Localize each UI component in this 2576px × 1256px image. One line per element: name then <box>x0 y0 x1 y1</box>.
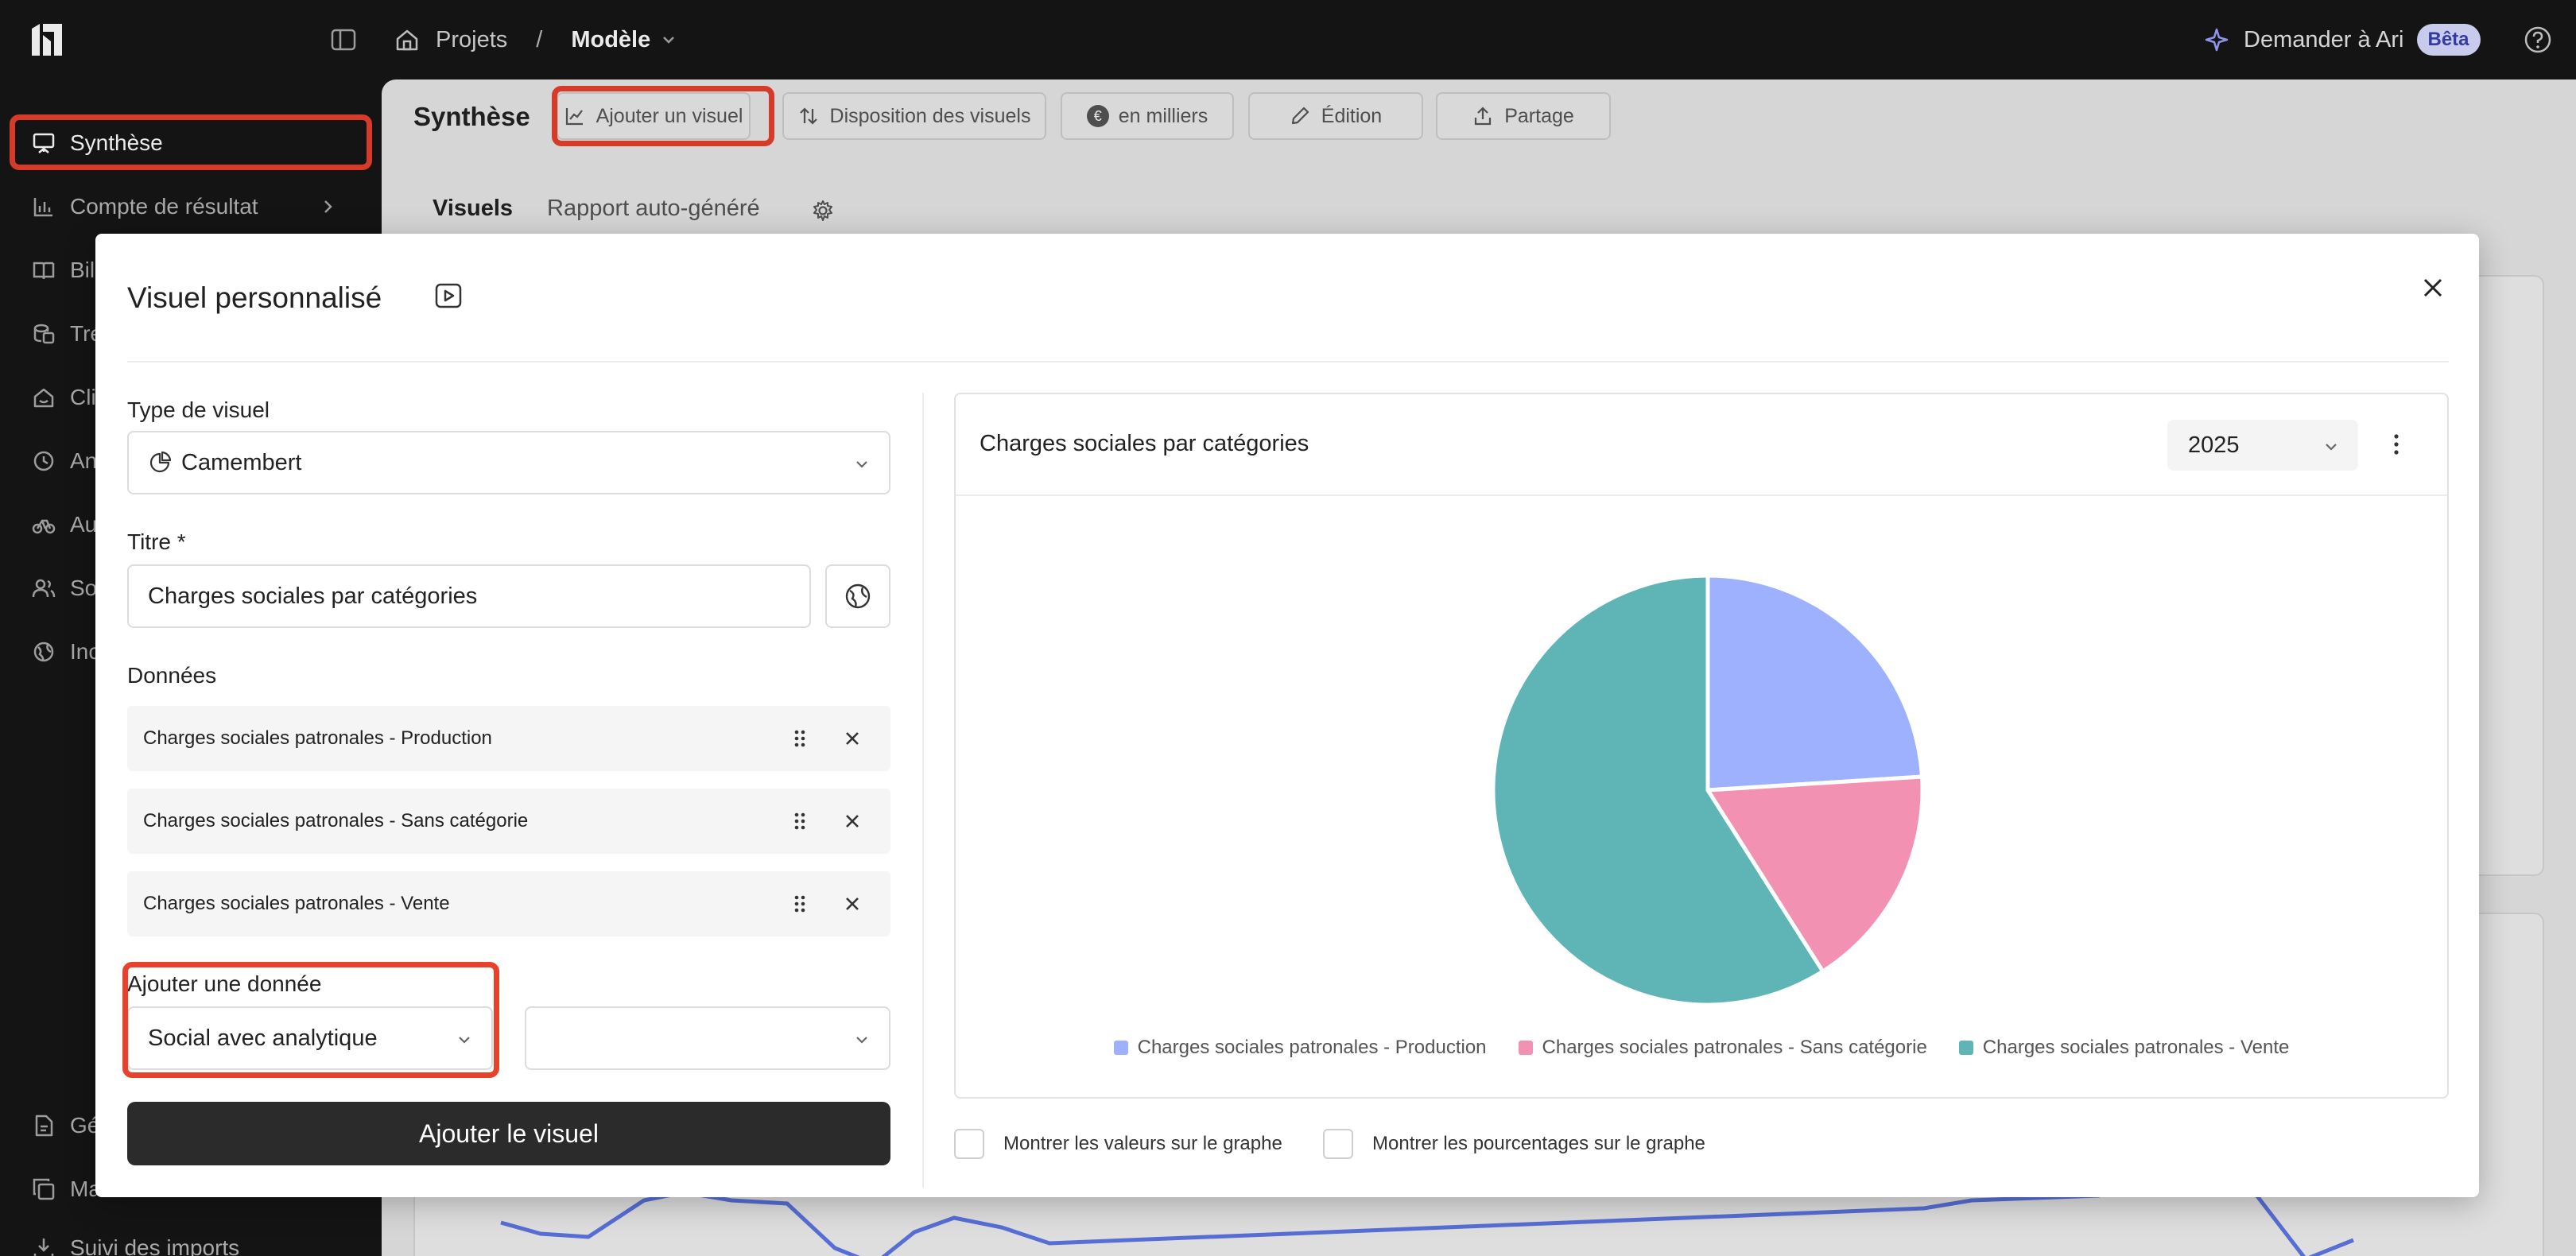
remove-icon[interactable] <box>841 727 863 750</box>
year-select[interactable]: 2025 <box>2167 420 2358 471</box>
pie-chart <box>1491 573 1925 1007</box>
legend-item-vente[interactable]: Charges sociales patronales - Vente <box>1958 1037 2290 1059</box>
legend-swatch <box>1958 1041 1973 1055</box>
close-icon[interactable] <box>2417 272 2449 304</box>
custom-visual-modal: Visuel personnalisé Type de visuel Camem… <box>95 234 2479 1197</box>
visual-type-select[interactable]: Camembert <box>127 431 890 494</box>
modal-title: Visuel personnalisé <box>127 281 382 314</box>
data-row-label: Charges sociales patronales - Vente <box>143 893 450 914</box>
pie-chart-icon <box>149 451 172 473</box>
show-percentages-label: Montrer les pourcentages sur le graphe <box>1372 1133 1705 1154</box>
data-row: Charges sociales patronales - Sans catég… <box>127 789 890 854</box>
data-label: Données <box>127 663 217 688</box>
add-data-item-select[interactable] <box>525 1006 890 1070</box>
remove-icon[interactable] <box>841 893 863 915</box>
video-play-icon[interactable] <box>433 280 464 312</box>
legend-item-production[interactable]: Charges sociales patronales - Production <box>1113 1037 1487 1059</box>
pie-slice-0[interactable] <box>1705 573 1925 793</box>
data-row: Charges sociales patronales - Vente <box>127 871 890 936</box>
title-input[interactable]: Charges sociales par catégories <box>127 564 811 628</box>
preview-header-divider <box>956 494 2447 496</box>
data-row-label: Charges sociales patronales - Sans catég… <box>143 810 529 832</box>
drag-handle-icon[interactable] <box>789 727 811 750</box>
show-values-option[interactable]: Montrer les valeurs sur le graphe <box>954 1129 1282 1159</box>
chevron-down-icon <box>856 1037 867 1044</box>
chevron-down-icon <box>856 461 867 468</box>
add-visual-submit-button[interactable]: Ajouter le visuel <box>127 1102 890 1165</box>
modal-header-divider <box>127 361 2449 362</box>
year-value: 2025 <box>2188 432 2240 458</box>
show-percentages-option[interactable]: Montrer les pourcentages sur le graphe <box>1323 1129 1705 1159</box>
magic-globe-icon <box>845 583 871 609</box>
drag-handle-icon[interactable] <box>789 893 811 915</box>
visual-type-label: Type de visuel <box>127 397 270 422</box>
show-values-checkbox[interactable] <box>954 1129 984 1159</box>
show-percentages-checkbox[interactable] <box>1323 1129 1353 1159</box>
legend-label: Charges sociales patronales - Sans catég… <box>1542 1037 1927 1058</box>
legend-item-sans-categorie[interactable]: Charges sociales patronales - Sans catég… <box>1518 1037 1927 1059</box>
legend-label: Charges sociales patronales - Production <box>1137 1037 1487 1058</box>
title-label: Titre * <box>127 529 186 554</box>
chart-title: Charges sociales par catégories <box>980 431 1309 456</box>
title-input-value: Charges sociales par catégories <box>148 583 478 609</box>
chart-preview-card: Charges sociales par catégories 2025 Cha… <box>954 393 2449 1099</box>
modal-column-divider <box>922 393 924 1188</box>
highlight-add-data <box>122 962 499 1078</box>
data-row: Charges sociales patronales - Production <box>127 706 890 771</box>
remove-icon[interactable] <box>841 810 863 832</box>
chart-legend: Charges sociales patronales - Production… <box>956 1037 2447 1059</box>
legend-label: Charges sociales patronales - Vente <box>1982 1037 2290 1058</box>
visual-type-value: Camembert <box>181 449 302 475</box>
legend-swatch <box>1518 1041 1533 1055</box>
chevron-down-icon <box>2326 444 2337 451</box>
show-values-label: Montrer les valeurs sur le graphe <box>1003 1133 1282 1154</box>
drag-handle-icon[interactable] <box>789 810 811 832</box>
legend-swatch <box>1113 1041 1128 1055</box>
more-options-icon[interactable] <box>2392 432 2401 456</box>
data-row-label: Charges sociales patronales - Production <box>143 727 492 749</box>
auto-title-button[interactable] <box>825 564 890 628</box>
